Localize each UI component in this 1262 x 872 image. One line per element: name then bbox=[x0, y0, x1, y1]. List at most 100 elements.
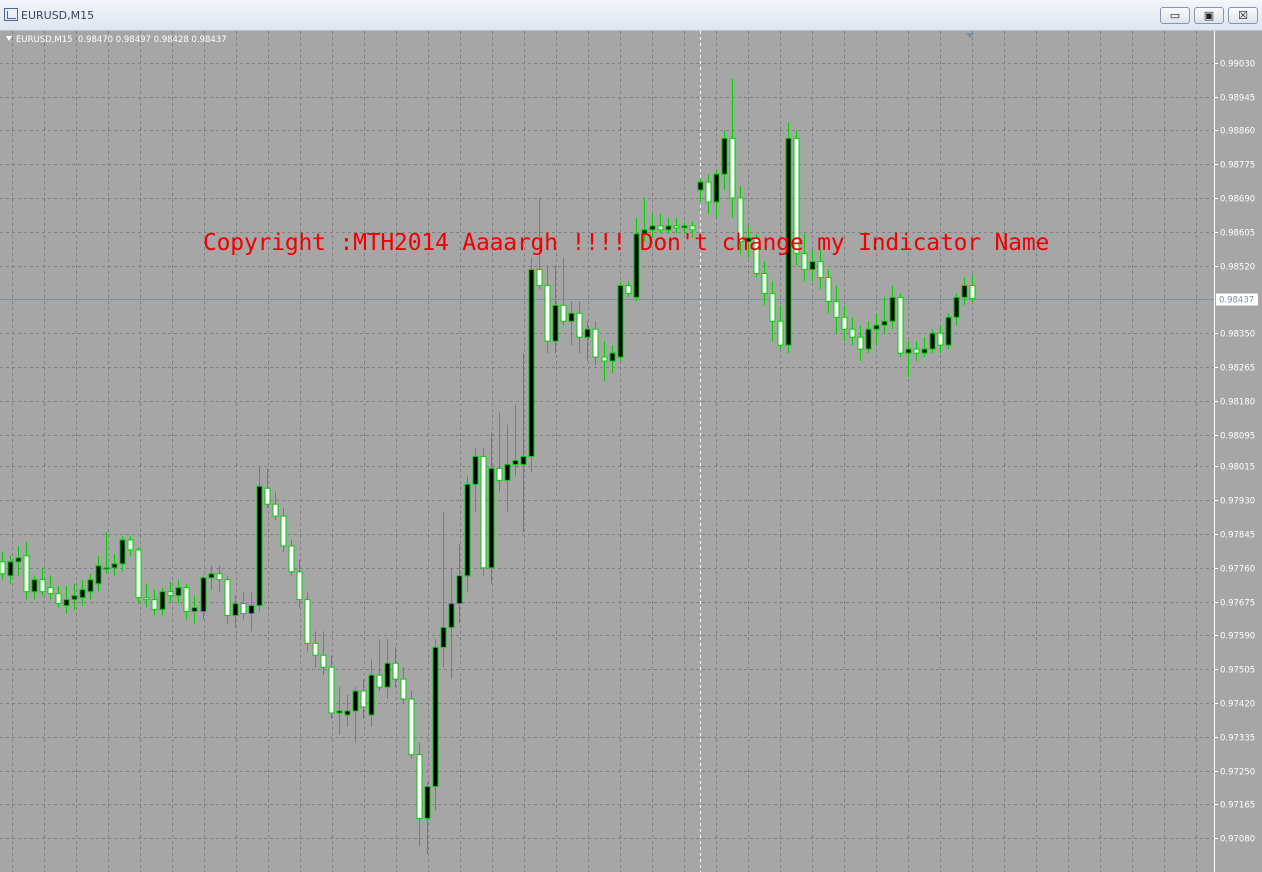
candle bbox=[953, 293, 960, 326]
candle bbox=[344, 695, 351, 727]
candle bbox=[304, 591, 311, 652]
candle bbox=[568, 301, 575, 346]
candle bbox=[881, 297, 888, 334]
candle bbox=[288, 539, 295, 576]
candle-body bbox=[488, 467, 495, 569]
candle bbox=[897, 293, 904, 358]
candle bbox=[87, 573, 94, 600]
candle bbox=[969, 274, 976, 303]
candle-body bbox=[945, 316, 952, 346]
candle-body bbox=[905, 348, 912, 354]
candle-body bbox=[673, 225, 680, 229]
candle bbox=[384, 639, 391, 700]
candle-body bbox=[79, 589, 86, 599]
candle bbox=[408, 691, 415, 759]
candle bbox=[47, 575, 54, 600]
candle bbox=[448, 567, 455, 680]
minimize-icon: ▭ bbox=[1169, 9, 1181, 22]
candle bbox=[143, 583, 150, 608]
candle-body bbox=[953, 296, 960, 318]
chart-window-icon bbox=[4, 8, 18, 21]
candle-body bbox=[817, 261, 824, 279]
candle bbox=[15, 545, 22, 576]
candle-body bbox=[200, 577, 207, 613]
minimize-button[interactable]: ▭ bbox=[1160, 7, 1190, 24]
close-button[interactable]: ☒ bbox=[1228, 7, 1258, 24]
candle bbox=[592, 321, 599, 366]
candle-body bbox=[520, 455, 527, 465]
maximize-button[interactable]: ▣ bbox=[1194, 7, 1224, 24]
price-tick-label: 0.98775 bbox=[1220, 161, 1255, 171]
candle-body bbox=[705, 181, 712, 203]
candle-body bbox=[360, 690, 367, 708]
candle-body bbox=[857, 336, 864, 350]
close-icon: ☒ bbox=[1238, 9, 1248, 22]
candle-body bbox=[681, 225, 688, 229]
price-tick-label: 0.97505 bbox=[1220, 666, 1255, 676]
candle bbox=[761, 261, 768, 306]
candle-body bbox=[825, 277, 832, 302]
candle bbox=[0, 551, 6, 580]
candle bbox=[183, 583, 190, 620]
candle bbox=[560, 257, 567, 326]
candle bbox=[961, 277, 968, 306]
candle bbox=[151, 589, 158, 616]
candle-body bbox=[408, 698, 415, 756]
candle bbox=[488, 432, 495, 584]
price-tick-label: 0.98180 bbox=[1220, 398, 1255, 408]
price-tick-label: 0.97845 bbox=[1220, 531, 1255, 541]
candle bbox=[945, 313, 952, 350]
candle bbox=[127, 535, 134, 556]
chart-area[interactable]: 0.99030 0.98945 0.98860 0.98775 0.98690 0.986… bbox=[0, 31, 1262, 872]
candle bbox=[272, 492, 279, 521]
collapse-triangle-icon[interactable] bbox=[6, 36, 12, 41]
candle bbox=[175, 579, 182, 604]
candle-body bbox=[272, 503, 279, 517]
candle bbox=[865, 321, 872, 354]
candle-body bbox=[191, 607, 198, 613]
candle-body bbox=[103, 567, 110, 570]
candle-body bbox=[384, 662, 391, 688]
current-price-label: 0.98437 bbox=[1219, 296, 1254, 306]
candle-body bbox=[256, 485, 263, 607]
candle bbox=[576, 301, 583, 354]
candle-body bbox=[609, 352, 616, 362]
candle bbox=[79, 579, 86, 606]
candle-body bbox=[528, 269, 535, 457]
candle-body bbox=[713, 173, 720, 203]
candle bbox=[833, 285, 840, 334]
candle-body bbox=[913, 348, 920, 354]
candle bbox=[31, 575, 38, 600]
candle-body bbox=[47, 587, 54, 595]
candle-body bbox=[448, 603, 455, 628]
candle-body bbox=[504, 463, 511, 481]
candle-body bbox=[400, 678, 407, 700]
candle-body bbox=[39, 579, 46, 593]
candle-body bbox=[536, 269, 543, 286]
candle bbox=[625, 281, 632, 298]
candle-body bbox=[929, 332, 936, 350]
candle-body bbox=[560, 304, 567, 322]
candle-body bbox=[769, 292, 776, 322]
candle bbox=[472, 448, 479, 513]
window-titlebar[interactable]: EURUSD,M15 ▭ ▣ ☒ bbox=[0, 0, 1262, 31]
candle-body bbox=[761, 273, 768, 294]
candle bbox=[135, 547, 142, 604]
candle-body bbox=[135, 549, 142, 599]
candle-body bbox=[544, 284, 551, 342]
price-tick-label: 0.97675 bbox=[1220, 599, 1255, 609]
candle bbox=[400, 667, 407, 704]
candle-body bbox=[232, 603, 239, 617]
candle-body bbox=[865, 328, 872, 350]
candle bbox=[721, 130, 728, 191]
candle-body bbox=[961, 284, 968, 298]
candle bbox=[937, 325, 944, 354]
candle bbox=[55, 585, 62, 608]
price-tick-label: 0.97930 bbox=[1220, 497, 1255, 507]
candle bbox=[352, 687, 359, 743]
price-tick-label: 0.97080 bbox=[1220, 835, 1255, 845]
candle bbox=[392, 647, 399, 688]
candle bbox=[432, 639, 439, 811]
candlestick-chart[interactable]: 0.99030 0.98945 0.98860 0.98775 0.98690 0.986… bbox=[0, 31, 1262, 872]
candle bbox=[584, 321, 591, 362]
